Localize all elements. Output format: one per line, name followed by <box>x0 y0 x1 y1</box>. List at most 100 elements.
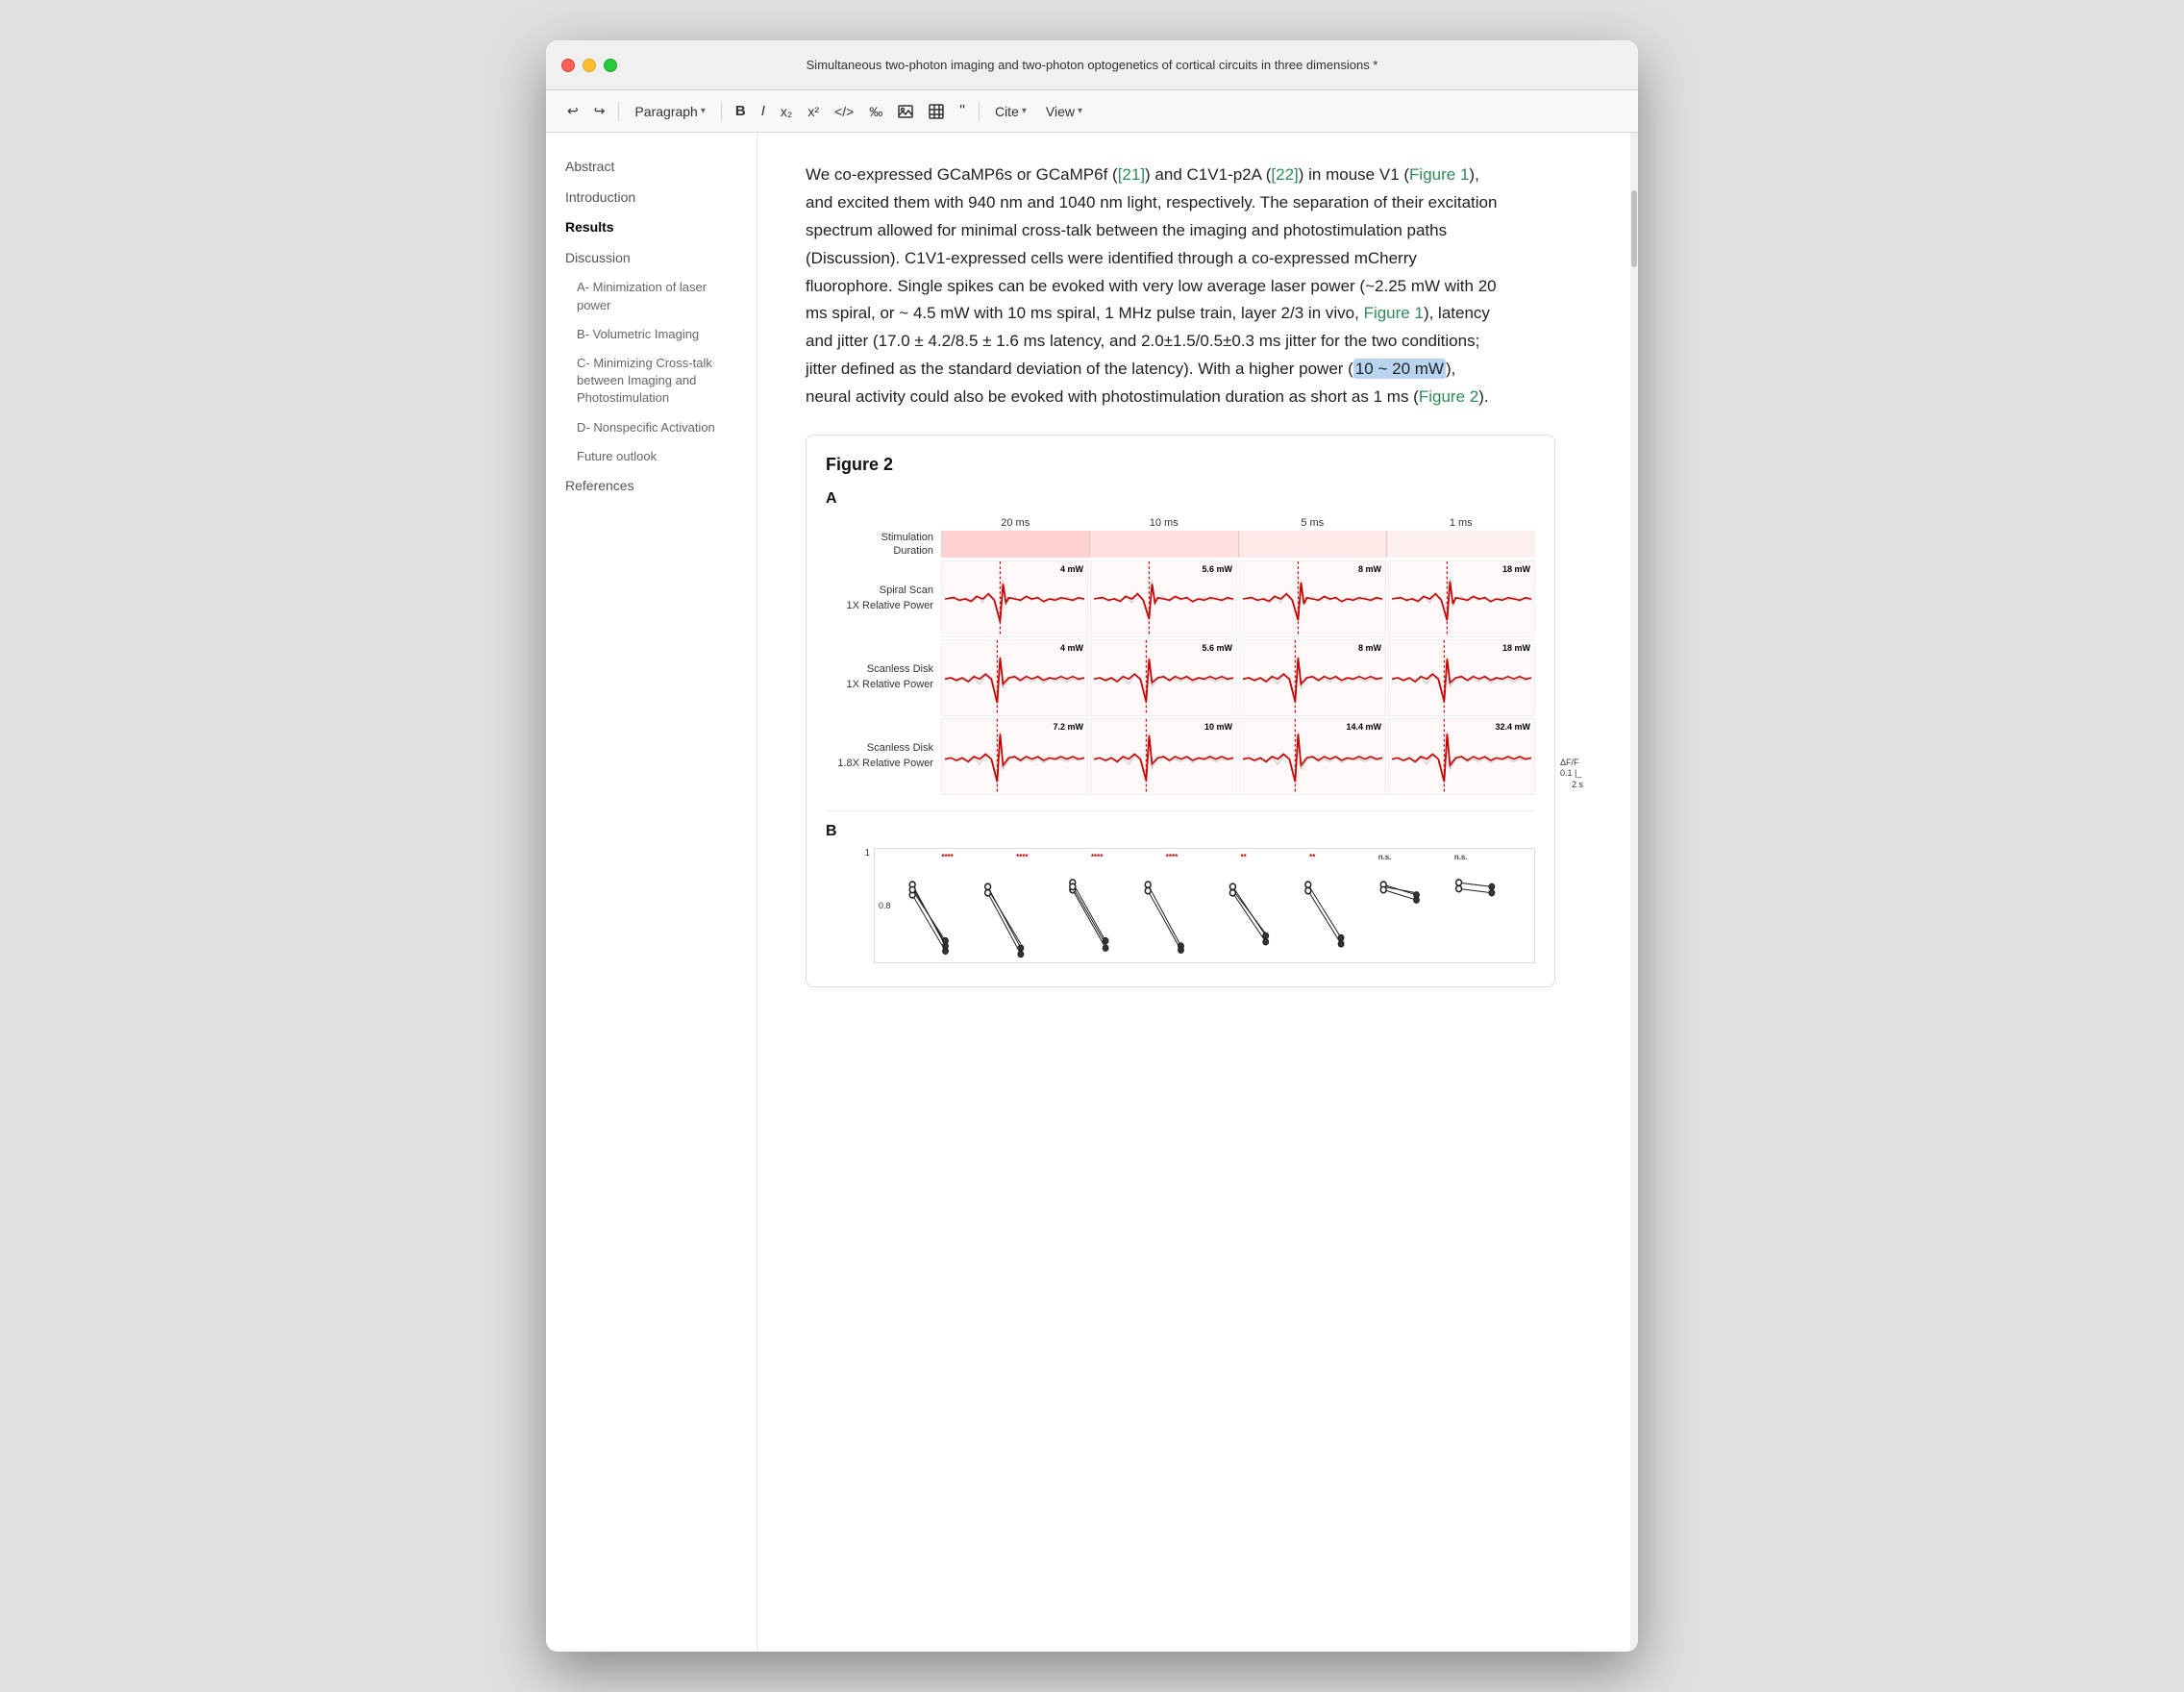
waveform-cell-r3c3: 14.4 mW <box>1239 718 1386 795</box>
sig-label-1: **** <box>941 853 953 861</box>
toolbar-separator-2 <box>721 102 722 121</box>
figure-panel-a: A 20 ms 10 ms 5 ms 1 ms StimulationDurat… <box>826 490 1535 795</box>
chevron-down-icon: ▾ <box>701 106 706 116</box>
paragraph-mid1: ) and C1V1-p2A ( <box>1145 165 1271 184</box>
ref-22-link[interactable]: [22] <box>1271 165 1298 184</box>
sidebar-item-discussion[interactable]: Discussion <box>546 243 757 274</box>
sidebar-item-sub-a[interactable]: A- Minimization of laser power <box>546 273 757 319</box>
stim-cell-2 <box>1090 531 1239 558</box>
col-header-1: 20 ms <box>941 515 1090 531</box>
sidebar: Abstract Introduction Results Discussion… <box>546 133 757 1652</box>
figure-title: Figure 2 <box>826 455 1535 475</box>
sidebar-item-future-outlook[interactable]: Future outlook <box>546 442 757 471</box>
waveform-cell-r1c3: 8 mW <box>1239 560 1386 637</box>
content-area: We co-expressed GCaMP6s or GCaMP6f ([21]… <box>757 133 1630 1652</box>
sig-label-7: n.s. <box>1378 853 1392 861</box>
waveform-cell-r2c3: 8 mW <box>1239 639 1386 716</box>
figure-panel-b: B 1 **** **** **** **** ** ** <box>826 810 1535 963</box>
table-button[interactable] <box>923 100 950 123</box>
sig-label-5: ** <box>1241 853 1247 861</box>
scale-bar: ΔF/F 0.1 |_ 2 s <box>1560 758 1583 791</box>
window-title: Simultaneous two-photon imaging and two-… <box>807 58 1378 72</box>
paragraph-dropdown[interactable]: Paragraph ▾ <box>627 100 712 123</box>
toolbar: ↩ ↪ Paragraph ▾ B I x₂ x² </> ‰ <box>546 90 1638 133</box>
stim-cell-3 <box>1239 531 1388 558</box>
toolbar-separator-3 <box>979 102 980 121</box>
panel-b-chart <box>875 864 1534 963</box>
y-axis-1: 1 <box>845 848 874 963</box>
panel-a-label: A <box>826 490 1535 508</box>
waveform-cell-r2c2: 5.6 mW <box>1090 639 1237 716</box>
sidebar-item-results[interactable]: Results <box>546 212 757 243</box>
superscript-button[interactable]: x² <box>802 100 825 123</box>
waveform-cell-r1c1: 4 mW <box>941 560 1088 637</box>
sig-label-4: **** <box>1166 853 1178 861</box>
figure1-link[interactable]: Figure 1 <box>1409 165 1469 184</box>
app-window: Simultaneous two-photon imaging and two-… <box>546 40 1638 1652</box>
figure2-link[interactable]: Figure 2 <box>1419 387 1478 406</box>
subscript-button[interactable]: x₂ <box>775 100 798 123</box>
bold-button[interactable]: B <box>730 99 752 123</box>
waveform-cell-r3c2: 10 mW <box>1090 718 1237 795</box>
view-dropdown[interactable]: View ▾ <box>1038 100 1090 123</box>
toolbar-separator-1 <box>618 102 619 121</box>
paragraph-label: Paragraph <box>634 104 697 119</box>
quote-button[interactable]: " <box>954 99 971 124</box>
image-button[interactable] <box>892 100 919 123</box>
sidebar-item-introduction[interactable]: Introduction <box>546 183 757 213</box>
sig-label-3: **** <box>1091 853 1103 861</box>
col-header-3: 5 ms <box>1238 515 1387 531</box>
sig-label-2: **** <box>1016 853 1028 861</box>
special-button[interactable]: ‰ <box>863 100 888 123</box>
close-button[interactable] <box>561 59 575 72</box>
italic-button[interactable]: I <box>756 99 771 123</box>
minimize-button[interactable] <box>583 59 596 72</box>
paragraph-mid3: ), and excited them with 940 nm and 1040… <box>806 165 1497 322</box>
power-r1c1: 4 mW <box>1060 564 1083 574</box>
waveform-cell-r1c2: 5.6 mW <box>1090 560 1237 637</box>
power-r1c2: 5.6 mW <box>1202 564 1232 574</box>
col-header-2: 10 ms <box>1090 515 1239 531</box>
row2-label: Scanless Disk 1X Relative Power <box>826 639 941 716</box>
traffic-lights <box>561 59 617 72</box>
row1-label: Spiral Scan 1X Relative Power <box>826 560 941 637</box>
view-chevron-icon: ▾ <box>1078 106 1082 116</box>
cite-dropdown[interactable]: Cite ▾ <box>987 100 1034 123</box>
redo-button[interactable]: ↪ <box>588 99 611 123</box>
code-button[interactable]: </> <box>829 100 859 123</box>
waveform-cell-r1c4: 18 mW <box>1388 560 1535 637</box>
row3-label: Scanless Disk 1.8X Relative Power <box>826 718 941 795</box>
waveform-cell-r2c4: 18 mW <box>1388 639 1535 716</box>
main-content: Abstract Introduction Results Discussion… <box>546 133 1638 1652</box>
undo-button[interactable]: ↩ <box>561 99 584 123</box>
paragraph-start: We co-expressed GCaMP6s or GCaMP6f ( <box>806 165 1118 184</box>
waveform-cell-r3c4: 32.4 mW <box>1388 718 1535 795</box>
paragraph-mid2: ) in mouse V1 ( <box>1299 165 1409 184</box>
figure-2-container: Figure 2 A 20 ms 10 ms 5 ms 1 ms Stimula… <box>806 435 1555 987</box>
sidebar-item-references[interactable]: References <box>546 471 757 502</box>
stim-cell-4 <box>1387 531 1535 558</box>
sig-label-6: ** <box>1309 853 1315 861</box>
stim-cell-1 <box>941 531 1090 558</box>
sidebar-item-sub-b[interactable]: B- Volumetric Imaging <box>546 320 757 349</box>
article-paragraph: We co-expressed GCaMP6s or GCaMP6f ([21]… <box>806 162 1498 411</box>
power-r1c4: 18 mW <box>1502 564 1530 574</box>
cite-label: Cite <box>995 104 1019 119</box>
view-label: View <box>1046 104 1075 119</box>
waveform-cell-r2c1: 4 mW <box>941 639 1088 716</box>
stim-duration-label: StimulationDuration <box>826 531 941 559</box>
sidebar-item-sub-d[interactable]: D- Nonspecific Activation <box>546 413 757 442</box>
figure1-link-2[interactable]: Figure 1 <box>1364 304 1424 322</box>
sidebar-item-abstract[interactable]: Abstract <box>546 152 757 183</box>
titlebar: Simultaneous two-photon imaging and two-… <box>546 40 1638 90</box>
sig-label-8: n.s. <box>1454 853 1468 861</box>
power-r1c3: 8 mW <box>1358 564 1381 574</box>
y-axis-label-bottom: 0.8 <box>879 901 891 910</box>
maximize-button[interactable] <box>604 59 617 72</box>
paragraph-end: ). <box>1478 387 1488 406</box>
panel-b-graph: **** **** **** **** ** ** n.s. n.s. <box>874 848 1535 963</box>
scrollbar-thumb[interactable] <box>1631 190 1637 267</box>
sidebar-item-sub-c[interactable]: C- Minimizing Cross-talk between Imaging… <box>546 349 757 413</box>
scrollbar-track[interactable] <box>1630 133 1638 1652</box>
ref-21-link[interactable]: [21] <box>1118 165 1145 184</box>
